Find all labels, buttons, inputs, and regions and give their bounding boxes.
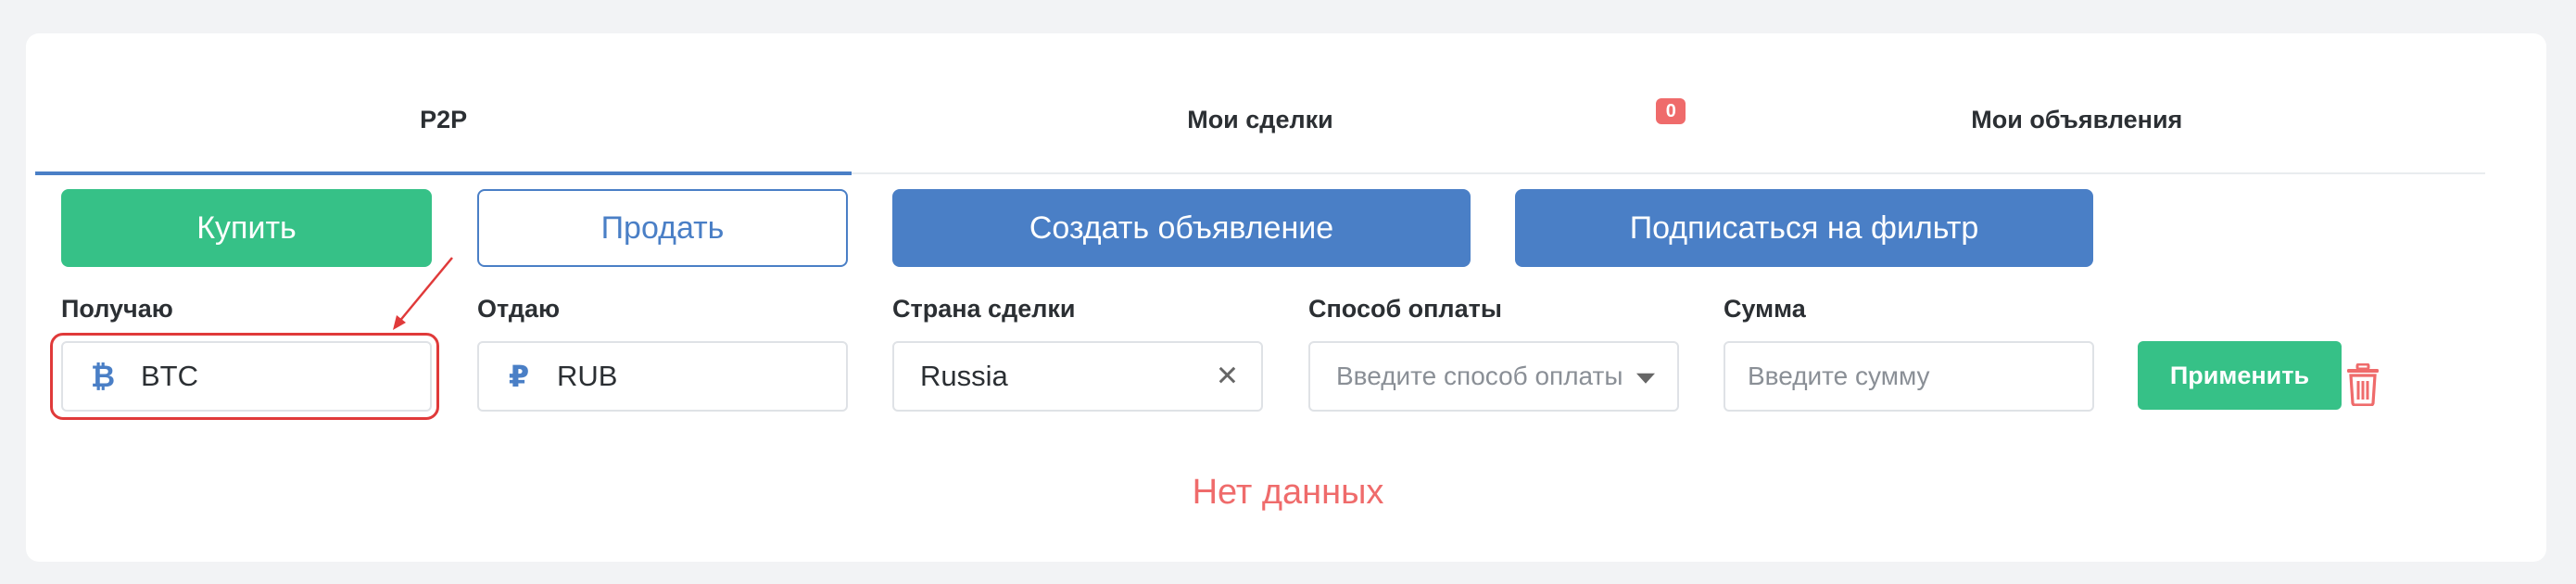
create-ad-button[interactable]: Создать объявление (892, 189, 1471, 267)
give-currency-value: RUB (557, 360, 618, 392)
tab-my-ads-label: Мои объявления (1971, 105, 2183, 133)
give-label: Отдаю (477, 295, 561, 323)
country-label: Страна сделки (892, 295, 1076, 323)
amount-label: Сумма (1724, 295, 1806, 323)
country-value: Russia (920, 360, 1008, 392)
receive-currency-select[interactable]: ₿ BTC (61, 341, 432, 412)
subscribe-filter-button[interactable]: Подписаться на фильтр (1515, 189, 2093, 267)
amount-placeholder: Введите сумму (1748, 362, 1930, 390)
amount-input[interactable]: Введите сумму (1724, 341, 2094, 412)
receive-currency-value: BTC (141, 360, 198, 392)
clear-icon[interactable]: ✕ (1216, 361, 1239, 393)
apply-button[interactable]: Применить (2138, 341, 2342, 410)
payment-label: Способ оплаты (1308, 295, 1502, 323)
tab-my-ads[interactable]: Мои объявления (1669, 76, 2485, 172)
payment-method-select[interactable]: Введите способ оплаты (1308, 341, 1679, 412)
tab-p2p[interactable]: P2P (35, 76, 852, 175)
tab-bar: P2P Мои сделки 0 Мои объявления (35, 76, 2485, 175)
sell-button[interactable]: Продать (477, 189, 848, 267)
ruble-icon: ₽ (508, 360, 530, 393)
tab-my-deals-label: Мои сделки (1187, 105, 1333, 133)
receive-label: Получаю (61, 295, 173, 323)
annotation-arrow (393, 257, 453, 330)
give-currency-select[interactable]: ₽ RUB (477, 341, 848, 412)
tab-my-deals[interactable]: Мои сделки 0 (852, 76, 1686, 172)
trash-icon[interactable] (2345, 363, 2380, 406)
tab-p2p-label: P2P (420, 105, 468, 133)
payment-method-placeholder: Введите способ оплаты (1336, 362, 1623, 390)
chevron-down-icon (1636, 373, 1655, 384)
country-select[interactable]: Russia ✕ (892, 341, 1263, 412)
bitcoin-icon: ₿ (90, 359, 116, 393)
empty-state-text: Нет данных (1192, 473, 1384, 512)
